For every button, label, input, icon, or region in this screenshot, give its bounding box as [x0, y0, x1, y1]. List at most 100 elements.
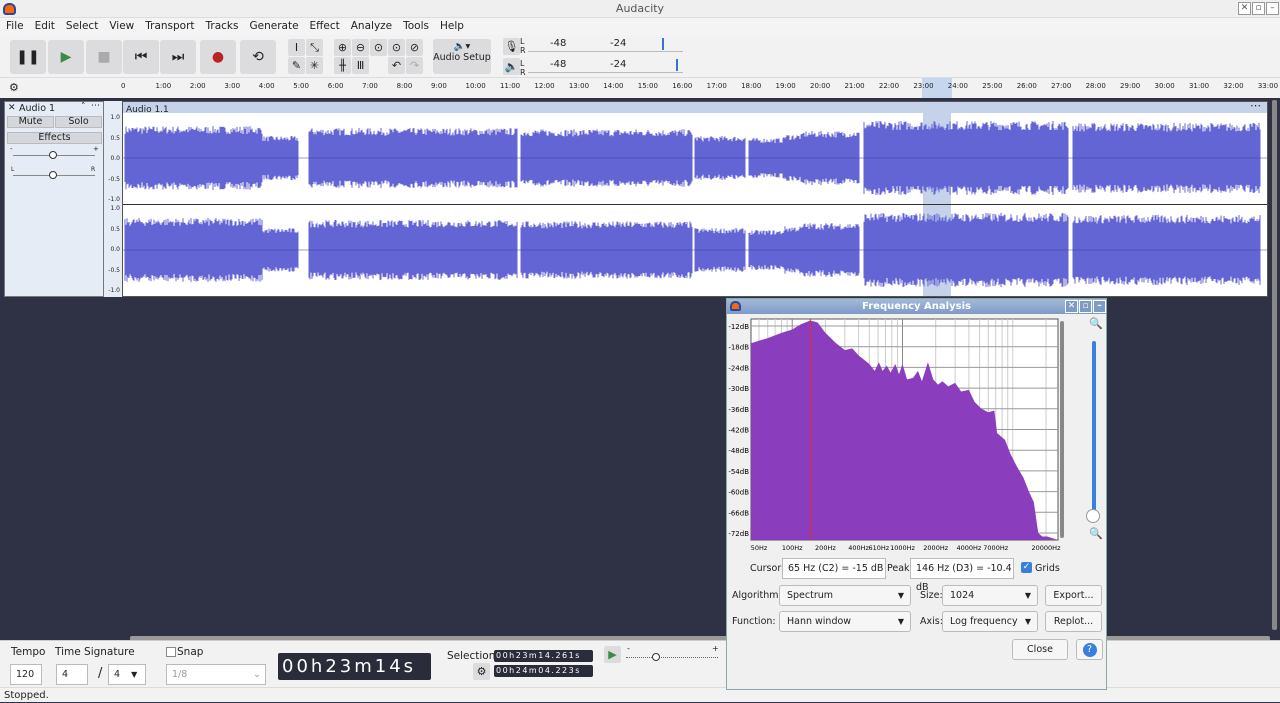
selection-start[interactable]: 00h23m14.261s — [494, 650, 593, 662]
dialog-close-icon[interactable]: ✕ — [1065, 300, 1078, 313]
tempo-label: Tempo — [11, 646, 46, 658]
tempo-input[interactable]: 120 — [10, 664, 42, 685]
fit-selection-button[interactable]: ⊙ — [370, 39, 387, 56]
speed-slider-thumb[interactable] — [652, 653, 660, 661]
time-display[interactable]: 00h23m14s — [278, 653, 431, 680]
loop-button[interactable]: ⟲ — [240, 40, 276, 74]
zoom-out-button[interactable]: ⊖ — [352, 39, 369, 56]
minimize-icon[interactable]: – — [1266, 2, 1279, 15]
ruler-tick: 28:00 — [1085, 82, 1106, 90]
play-button[interactable]: ▶ — [48, 40, 84, 74]
menu-edit[interactable]: Edit — [29, 18, 60, 35]
silence-icon: Ⅲ — [356, 59, 365, 72]
selection-tool[interactable]: I — [288, 39, 305, 56]
selection-end[interactable]: 00h24m04.223s — [494, 665, 593, 677]
peak-value: 146 Hz (D3) = -10.4 dB — [910, 558, 1014, 593]
menu-transport[interactable]: Transport — [139, 18, 199, 35]
freq-tick: 2000Hz — [923, 544, 948, 552]
record-button[interactable]: ● — [200, 40, 236, 74]
waveform-area[interactable]: Audio 1.1 ⋯ — [122, 99, 1268, 297]
menu-tools[interactable]: Tools — [397, 18, 434, 35]
time-signature-label: Time Signature — [55, 646, 135, 658]
help-button[interactable]: ? — [1076, 639, 1103, 660]
amplitude-tick: -0.5 — [108, 266, 120, 274]
record-meter[interactable]: -48 -24 — [528, 38, 683, 52]
gain-slider-thumb[interactable] — [49, 151, 57, 159]
track-menu-icon[interactable]: ⋯ — [91, 101, 100, 111]
zoom-in-icon[interactable]: 🔍 — [1089, 317, 1103, 330]
solo-button[interactable]: Solo — [55, 116, 102, 128]
time-sig-numerator[interactable]: 4 — [56, 664, 88, 685]
plot-scrollbar[interactable] — [1060, 321, 1064, 538]
menu-help[interactable]: Help — [434, 18, 469, 35]
undo-button[interactable]: ↶ — [388, 57, 405, 74]
export-button[interactable]: Export... — [1045, 585, 1102, 606]
menu-tracks[interactable]: Tracks — [200, 18, 244, 35]
close-track-icon[interactable]: ✕ — [8, 103, 16, 113]
mute-button[interactable]: Mute — [7, 116, 54, 128]
ruler-tick: 30:00 — [1154, 82, 1175, 90]
snap-select[interactable]: 1/8 ⌄ — [166, 664, 266, 685]
time-sig-denominator[interactable]: 4 ▼ — [108, 664, 146, 685]
zoom-slider-thumb[interactable] — [1086, 509, 1100, 523]
collapse-icon[interactable]: ˄ — [81, 102, 86, 112]
pan-slider-thumb[interactable] — [49, 171, 57, 179]
algorithm-select[interactable]: Spectrum ▼ — [779, 585, 911, 606]
freq-tick: 200Hz — [815, 544, 836, 552]
ruler-tick: 24:00 — [947, 82, 968, 90]
dialog-minimize-icon[interactable]: – — [1093, 300, 1106, 313]
record-meter-button[interactable]: 🎙 — [503, 38, 520, 55]
effects-button[interactable]: Effects — [7, 132, 102, 144]
axis-select[interactable]: Log frequency ▼ — [942, 611, 1038, 632]
close-icon[interactable]: ✕ — [1238, 2, 1251, 15]
audio-setup-button[interactable]: 🔈▾ Audio Setup — [433, 39, 491, 74]
zoom-out-icon[interactable]: 🔍 — [1089, 527, 1103, 540]
menu-select[interactable]: Select — [60, 18, 103, 35]
ruler-tick: 18:00 — [741, 82, 762, 90]
grids-checkbox[interactable]: ✓ — [1021, 562, 1032, 573]
menu-effect[interactable]: Effect — [304, 18, 345, 35]
zoom-toggle-button[interactable]: ⊘ — [406, 39, 423, 56]
skip-start-button[interactable]: ⏮ — [123, 40, 159, 74]
db-tick: -12dB — [728, 323, 749, 331]
zoom-in-button[interactable]: ⊕ — [334, 39, 351, 56]
snap-checkbox[interactable] — [166, 647, 176, 657]
selection-settings-icon[interactable]: ⚙ — [473, 663, 490, 680]
maximize-icon[interactable]: ▫ — [1252, 2, 1265, 15]
draw-tool[interactable]: ✎ — [288, 57, 305, 74]
clip-menu-icon[interactable]: ⋯ — [1250, 99, 1261, 112]
replot-button[interactable]: Replot... — [1045, 611, 1102, 632]
amplitude-tick: 0.5 — [110, 134, 120, 142]
vertical-scrollbar[interactable] — [1272, 100, 1277, 630]
skip-end-button[interactable]: ⏭ — [160, 40, 196, 74]
clip-header[interactable]: Audio 1.1 ⋯ — [123, 99, 1267, 115]
close-button[interactable]: Close — [1012, 639, 1068, 660]
silence-button[interactable]: Ⅲ — [352, 57, 369, 74]
speed-slider[interactable] — [626, 657, 718, 658]
menu-generate[interactable]: Generate — [243, 18, 303, 35]
redo-button[interactable]: ↷ — [406, 57, 423, 74]
db-tick: -72dB — [728, 530, 749, 538]
menu-analyze[interactable]: Analyze — [345, 18, 397, 35]
fit-project-button[interactable]: ⊙ — [388, 39, 405, 56]
vertical-zoom-slider[interactable] — [1092, 341, 1096, 516]
multi-tool[interactable]: ✳ — [306, 57, 323, 74]
trim-button[interactable]: ╫ — [334, 57, 351, 74]
dialog-maximize-icon[interactable]: ▫ — [1079, 300, 1092, 313]
play-meter-button[interactable]: 🔈 — [503, 58, 520, 75]
playback-meter[interactable]: -48 -24 — [528, 59, 683, 73]
function-select[interactable]: Hann window ▼ — [779, 611, 911, 632]
spectrum-plot[interactable]: -12dB -18dB -24dB -30dB -36dB -42dB -48dB -54dB… — [727, 314, 1067, 554]
track-name[interactable]: Audio 1 — [19, 103, 55, 114]
dialog-title-bar: Frequency Analysis ✕ ▫ – — [727, 299, 1106, 314]
envelope-tool[interactable]: ⤡ — [306, 39, 323, 56]
gear-icon[interactable]: ⚙ — [9, 81, 19, 94]
timeline-ruler[interactable]: ⚙ 0 1:00 2:00 3:00 4:00 5:00 6:00 7:00 8:00 9:00 1… — [0, 78, 1280, 98]
help-icon: ? — [1082, 643, 1097, 657]
size-select[interactable]: 1024 ▼ — [942, 585, 1038, 606]
menu-view[interactable]: View — [103, 18, 139, 35]
pause-button[interactable]: ❚❚ — [10, 40, 46, 74]
stop-button[interactable]: ■ — [86, 40, 122, 74]
menu-file[interactable]: File — [0, 18, 29, 35]
play-at-speed-button[interactable]: ▶ — [604, 646, 621, 663]
